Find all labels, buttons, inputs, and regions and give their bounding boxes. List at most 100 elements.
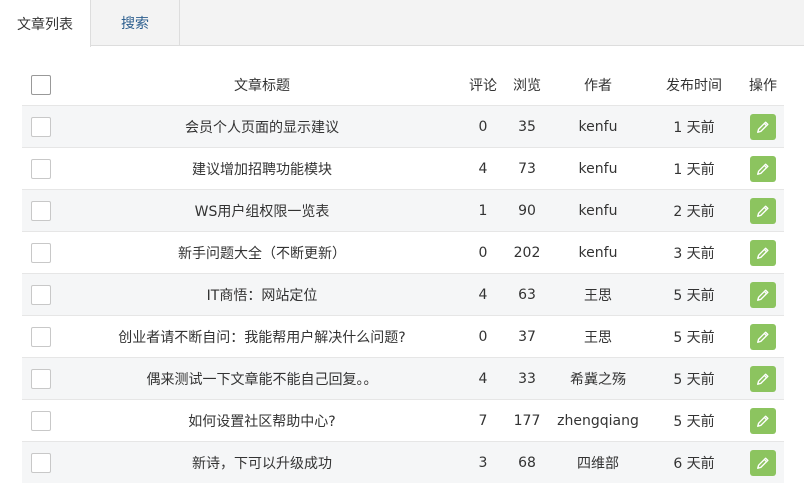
- edit-button[interactable]: [750, 365, 776, 392]
- pencil-icon: [757, 372, 769, 385]
- view-count: 37: [518, 328, 536, 345]
- edit-button[interactable]: [750, 281, 776, 308]
- article-title-link[interactable]: 如何设置社区帮助中心?: [62, 400, 462, 441]
- publish-time: 3 天前: [673, 245, 715, 262]
- author-name: 王思: [584, 287, 612, 304]
- header-action: 操作: [749, 77, 777, 94]
- row-check-cell: [22, 442, 60, 483]
- header-check-cell: [22, 64, 60, 105]
- author-name: 王思: [584, 329, 612, 346]
- publish-time: 6 天前: [673, 455, 715, 472]
- pencil-icon: [757, 162, 769, 175]
- publish-time: 1 天前: [673, 119, 715, 136]
- article-title-link[interactable]: 创业者请不断自问：我能帮用户解决什么问题?: [62, 316, 462, 357]
- comment-count: 1: [478, 202, 488, 219]
- header-author: 作者: [584, 77, 612, 94]
- select-all-checkbox[interactable]: [31, 74, 51, 95]
- comment-count: 7: [478, 412, 488, 429]
- tab-label: 搜索: [121, 16, 149, 32]
- action-cell: [742, 316, 784, 357]
- article-title-link[interactable]: 新手问题大全（不断更新）: [62, 232, 462, 273]
- article-title-link[interactable]: 会员个人页面的显示建议: [62, 106, 462, 147]
- row-check-cell: [22, 106, 60, 147]
- table-row: 新手问题大全（不断更新） 0 202 kenfu 3 天前: [22, 231, 784, 273]
- edit-button[interactable]: [750, 197, 776, 224]
- author-name: kenfu: [578, 244, 618, 261]
- action-cell: [742, 232, 784, 273]
- table-row: 偶来测试一下文章能不能自己回复。。 4 33 希冀之殇 5 天前: [22, 357, 784, 399]
- header-title: 文章标题: [234, 77, 290, 94]
- edit-button[interactable]: [750, 113, 776, 140]
- edit-button[interactable]: [750, 449, 776, 476]
- row-checkbox[interactable]: [31, 116, 51, 137]
- row-checkbox[interactable]: [31, 326, 51, 347]
- article-title-link[interactable]: 建议增加招聘功能模块: [62, 148, 462, 189]
- action-cell: [742, 358, 784, 399]
- row-check-cell: [22, 358, 60, 399]
- tab-bar: 文章列表 搜索: [0, 0, 804, 47]
- action-cell: [742, 106, 784, 147]
- table-body: 会员个人页面的显示建议 0 35 kenfu 1 天前 建议增加招聘功能模块 4 73 kenf…: [22, 105, 784, 483]
- author-name: 希冀之殇: [570, 371, 626, 388]
- article-title-link[interactable]: 偶来测试一下文章能不能自己回复。。: [62, 358, 462, 399]
- publish-time: 1 天前: [673, 161, 715, 178]
- edit-button[interactable]: [750, 239, 776, 266]
- row-checkbox[interactable]: [31, 452, 51, 473]
- publish-time: 5 天前: [673, 287, 715, 304]
- comment-count: 4: [478, 286, 488, 303]
- view-count: 33: [518, 370, 536, 387]
- comment-count: 4: [478, 160, 488, 177]
- tab-search[interactable]: 搜索: [91, 0, 180, 46]
- author-name: zhengqiang: [557, 412, 639, 429]
- row-checkbox[interactable]: [31, 242, 51, 263]
- publish-time: 5 天前: [673, 413, 715, 430]
- tab-label: 文章列表: [17, 16, 73, 33]
- table-row: 建议增加招聘功能模块 4 73 kenfu 1 天前: [22, 147, 784, 189]
- view-count: 177: [513, 412, 541, 429]
- comment-count: 0: [478, 328, 488, 345]
- row-check-cell: [22, 190, 60, 231]
- view-count: 73: [518, 160, 536, 177]
- action-cell: [742, 274, 784, 315]
- comment-count: 0: [478, 244, 488, 261]
- edit-button[interactable]: [750, 323, 776, 350]
- comment-count: 4: [478, 370, 488, 387]
- article-title-link[interactable]: IT商悟：网站定位: [62, 274, 462, 315]
- tab-article-list[interactable]: 文章列表: [0, 0, 91, 47]
- view-count: 63: [518, 286, 536, 303]
- pencil-icon: [757, 204, 769, 217]
- pencil-icon: [757, 120, 769, 133]
- pencil-icon: [757, 330, 769, 343]
- edit-button[interactable]: [750, 407, 776, 434]
- view-count: 90: [518, 202, 536, 219]
- article-title-link[interactable]: WS用户组权限一览表: [62, 190, 462, 231]
- author-name: kenfu: [578, 118, 618, 135]
- action-cell: [742, 400, 784, 441]
- action-cell: [742, 190, 784, 231]
- article-table: 文章标题 评论 浏览 作者 发布时间 操作 会员个人页面的显示建议 0 35 kenf…: [22, 64, 784, 483]
- publish-time: 5 天前: [673, 371, 715, 388]
- table-row: 创业者请不断自问：我能帮用户解决什么问题? 0 37 王思 5 天前: [22, 315, 784, 357]
- table-row: 如何设置社区帮助中心? 7 177 zhengqiang 5 天前: [22, 399, 784, 441]
- article-title-link[interactable]: 新诗，下可以升级成功: [62, 442, 462, 483]
- table-row: IT商悟：网站定位 4 63 王思 5 天前: [22, 273, 784, 315]
- publish-time: 2 天前: [673, 203, 715, 220]
- row-checkbox[interactable]: [31, 200, 51, 221]
- row-checkbox[interactable]: [31, 410, 51, 431]
- row-checkbox[interactable]: [31, 284, 51, 305]
- pencil-icon: [757, 288, 769, 301]
- table-row: WS用户组权限一览表 1 90 kenfu 2 天前: [22, 189, 784, 231]
- header-published: 发布时间: [666, 77, 722, 94]
- header-views: 浏览: [513, 77, 541, 94]
- row-checkbox[interactable]: [31, 158, 51, 179]
- row-check-cell: [22, 232, 60, 273]
- table-header: 文章标题 评论 浏览 作者 发布时间 操作: [22, 64, 784, 105]
- edit-button[interactable]: [750, 155, 776, 182]
- row-check-cell: [22, 274, 60, 315]
- header-comments: 评论: [469, 77, 497, 94]
- row-check-cell: [22, 148, 60, 189]
- row-check-cell: [22, 400, 60, 441]
- action-cell: [742, 148, 784, 189]
- publish-time: 5 天前: [673, 329, 715, 346]
- row-checkbox[interactable]: [31, 368, 51, 389]
